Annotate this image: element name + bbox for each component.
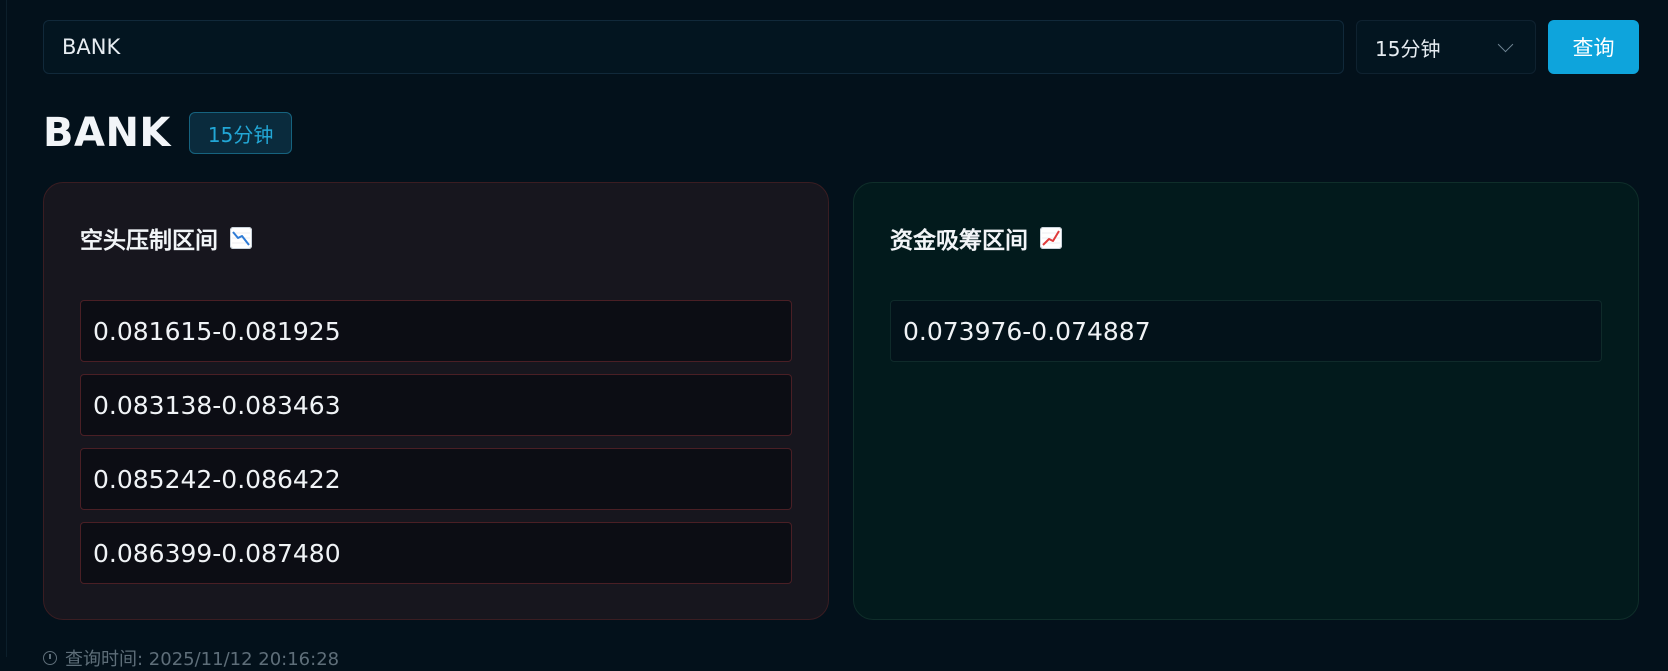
interval-select-value: 15分钟 xyxy=(1375,33,1500,62)
short-pressure-header: 空头压制区间 xyxy=(80,221,252,255)
left-rail xyxy=(6,0,7,657)
short-pressure-panel: 空头压制区间 0.081615-0.081925 0.083138-0.0834… xyxy=(43,182,829,620)
range-item: 0.085242-0.086422 xyxy=(80,448,792,510)
search-bar: 15分钟 查询 xyxy=(43,20,1639,74)
clock-icon xyxy=(43,651,57,665)
chevron-down-icon xyxy=(1498,36,1514,52)
chart-decreasing-icon xyxy=(230,227,252,249)
short-pressure-range-list: 0.081615-0.081925 0.083138-0.083463 0.08… xyxy=(80,300,792,596)
short-pressure-title: 空头压制区间 xyxy=(80,221,218,255)
accumulation-panel: 资金吸筹区间 0.073976-0.074887 xyxy=(853,182,1639,620)
interval-select[interactable]: 15分钟 xyxy=(1356,20,1536,74)
query-time-text: 查询时间: 2025/11/12 20:16:28 xyxy=(65,645,339,671)
symbol-title: BANK xyxy=(43,110,171,156)
result-header: BANK 15分钟 xyxy=(43,110,292,156)
query-button[interactable]: 查询 xyxy=(1548,20,1639,74)
range-item: 0.081615-0.081925 xyxy=(80,300,792,362)
accumulation-title: 资金吸筹区间 xyxy=(890,221,1028,255)
accumulation-header: 资金吸筹区间 xyxy=(890,221,1062,255)
chart-increasing-icon xyxy=(1040,227,1062,249)
range-item: 0.086399-0.087480 xyxy=(80,522,792,584)
range-item: 0.073976-0.074887 xyxy=(890,300,1602,362)
range-item: 0.083138-0.083463 xyxy=(80,374,792,436)
interval-badge: 15分钟 xyxy=(189,112,292,154)
accumulation-range-list: 0.073976-0.074887 xyxy=(890,300,1602,374)
symbol-search-input[interactable] xyxy=(43,20,1344,74)
query-time-footer: 查询时间: 2025/11/12 20:16:28 xyxy=(43,645,339,671)
